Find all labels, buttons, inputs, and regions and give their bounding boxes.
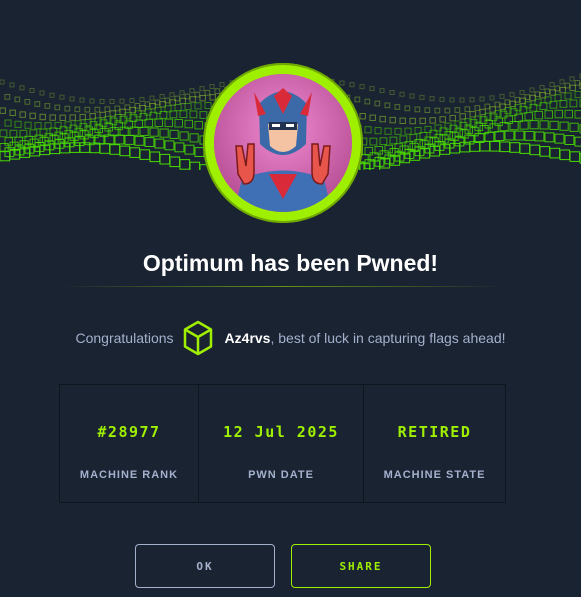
superhero-avatar-icon [214, 74, 352, 212]
machine-rank-value: #28977 [97, 423, 161, 441]
congrats-suffix: , best of luck in capturing flags ahead! [270, 330, 506, 346]
machine-avatar [203, 63, 363, 223]
hexagon-cube-icon [183, 320, 212, 356]
machine-state-value: RETIRED [397, 423, 472, 441]
machine-rank-label: MACHINE RANK [79, 469, 179, 481]
congrats-prefix: Congratulations [75, 330, 174, 346]
stat-machine-rank: #28977 MACHINE RANK [60, 385, 199, 502]
page-title: Optimum has been Pwned! [142, 250, 439, 276]
congratulations-message: Congratulations Az4rvs , best of luck in… [0, 318, 581, 358]
username-link[interactable]: Az4rvs [225, 330, 271, 346]
title-divider [60, 286, 506, 287]
stat-machine-state: RETIRED MACHINE STATE [364, 385, 505, 502]
pwn-date-value: 12 Jul 2025 [223, 423, 339, 441]
stat-pwn-date: 12 Jul 2025 PWN DATE [199, 385, 364, 502]
share-button[interactable]: SHARE [291, 544, 431, 588]
ok-button[interactable]: OK [135, 544, 275, 588]
pwn-stats-panel: #28977 MACHINE RANK 12 Jul 2025 PWN DATE… [59, 384, 506, 503]
machine-state-label: MACHINE STATE [383, 469, 486, 481]
pwn-date-label: PWN DATE [248, 469, 314, 481]
